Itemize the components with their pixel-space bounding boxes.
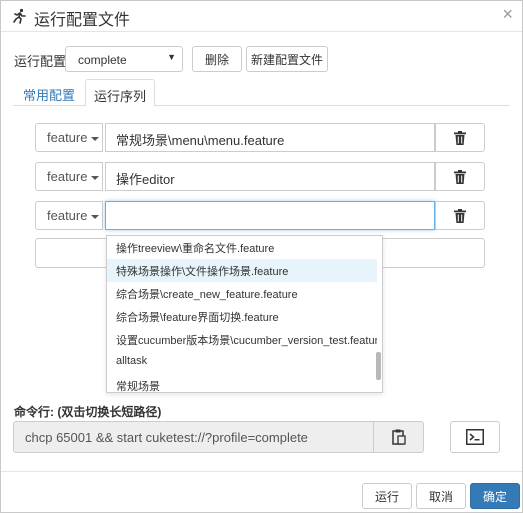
- autocomplete-item[interactable]: 综合场景\feature界面切换.feature: [107, 305, 377, 328]
- sequence-row: feature 常规场景\menu\menu.feature: [35, 123, 485, 152]
- type-dropdown[interactable]: feature: [35, 123, 103, 152]
- select-arrow-icon: ▼: [167, 52, 176, 62]
- caret-down-icon: [91, 214, 100, 219]
- run-config-dialog: 运行配置文件 × 运行配置 complete ▼ 删除 新建配置文件 常用配置 …: [0, 0, 523, 513]
- delete-row-button[interactable]: [435, 162, 485, 191]
- copy-command-button[interactable]: [373, 421, 424, 453]
- sequence-row: feature: [35, 201, 485, 230]
- delete-config-button[interactable]: 删除: [192, 46, 242, 72]
- caret-down-icon: [91, 136, 100, 141]
- type-dropdown-label: feature: [47, 208, 88, 223]
- autocomplete-scrollbar[interactable]: [376, 352, 381, 380]
- sequence-input-active[interactable]: [105, 201, 435, 230]
- type-dropdown-label: feature: [47, 130, 88, 145]
- tab-common-config[interactable]: 常用配置: [15, 79, 83, 106]
- type-dropdown[interactable]: feature: [35, 201, 103, 230]
- caret-down-icon: [91, 175, 100, 180]
- trash-icon: [454, 130, 466, 145]
- delete-row-button[interactable]: [435, 123, 485, 152]
- type-dropdown[interactable]: feature: [35, 162, 103, 191]
- new-config-button[interactable]: 新建配置文件: [246, 46, 328, 72]
- sequence-row: feature 操作editor: [35, 162, 485, 191]
- clipboard-icon: [391, 429, 406, 445]
- ok-button[interactable]: 确定: [470, 483, 520, 509]
- config-select[interactable]: complete ▼: [65, 46, 183, 72]
- config-tabs: 常用配置 运行序列: [13, 79, 510, 107]
- tab-run-sequence[interactable]: 运行序列: [85, 79, 156, 107]
- autocomplete-item[interactable]: 常规场景: [107, 374, 377, 392]
- autocomplete-list[interactable]: 操作treeview\重命名文件.feature 特殊场景操作\文件操作场景.f…: [106, 235, 383, 393]
- delete-row-button[interactable]: [435, 201, 485, 230]
- close-icon[interactable]: ×: [502, 5, 513, 23]
- command-field[interactable]: chcp 65001 && start cuketest://?profile=…: [13, 421, 374, 453]
- config-label: 运行配置: [14, 54, 67, 69]
- dialog-header: 运行配置文件 ×: [1, 1, 522, 32]
- autocomplete-item[interactable]: 操作treeview\重命名文件.feature: [107, 236, 377, 259]
- run-button[interactable]: 运行: [362, 483, 412, 509]
- terminal-icon: [466, 429, 484, 445]
- dialog-title: 运行配置文件: [34, 12, 131, 29]
- runner-icon: [13, 8, 26, 24]
- command-label: 命令行: (双击切换长短路径): [14, 405, 162, 419]
- sequence-input[interactable]: 常规场景\menu\menu.feature: [105, 123, 435, 152]
- open-terminal-button[interactable]: [450, 421, 500, 453]
- type-dropdown-label: feature: [47, 169, 88, 184]
- cancel-button[interactable]: 取消: [416, 483, 466, 509]
- autocomplete-item[interactable]: 综合场景\create_new_feature.feature: [107, 282, 377, 305]
- autocomplete-item[interactable]: 设置cucumber版本场景\cucumber_version_test.fea…: [107, 328, 377, 351]
- trash-icon: [454, 169, 466, 184]
- sequence-input[interactable]: 操作editor: [105, 162, 435, 191]
- autocomplete-item-highlighted[interactable]: 特殊场景操作\文件操作场景.feature: [107, 259, 377, 282]
- trash-icon: [454, 208, 466, 223]
- autocomplete-item[interactable]: alltask: [107, 351, 377, 374]
- config-select-value: complete: [78, 53, 127, 67]
